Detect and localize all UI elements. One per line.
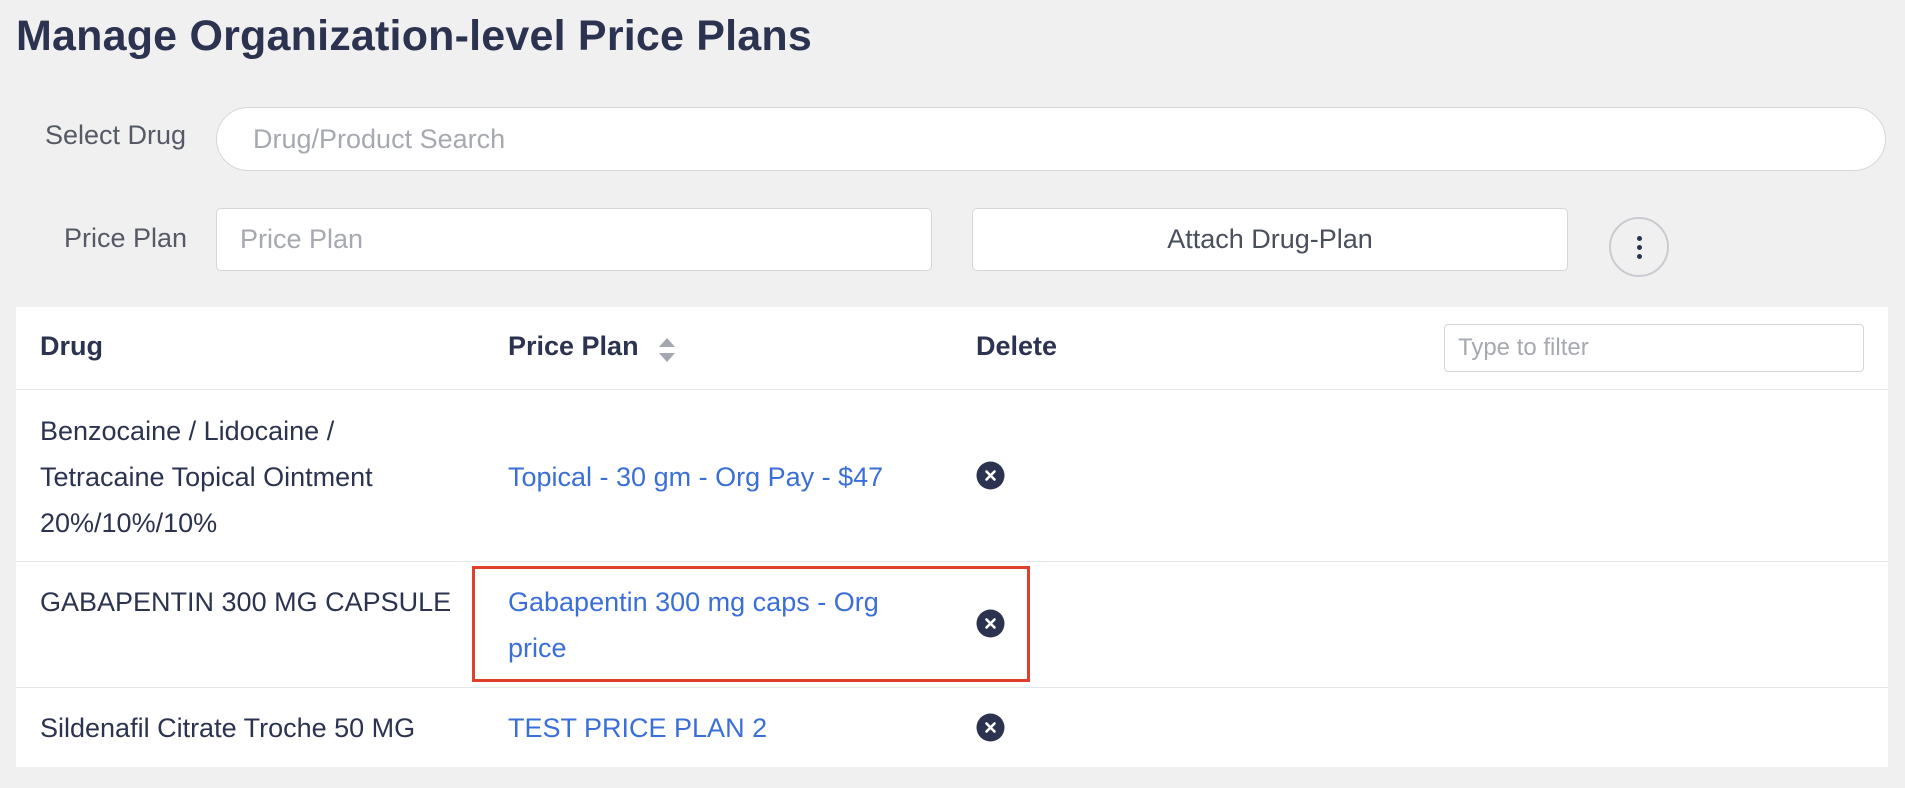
drug-search-input[interactable]: [216, 107, 1886, 171]
drug-cell: Sildenafil Citrate Troche 50 MG: [40, 713, 416, 743]
price-plan-link[interactable]: TEST PRICE PLAN 2: [508, 705, 928, 751]
select-drug-label: Select Drug: [45, 120, 187, 150]
close-circle-icon[interactable]: [976, 609, 1005, 638]
drug-cell: Benzocaine / Lidocaine / Tetracaine Topi…: [40, 416, 373, 538]
close-circle-icon[interactable]: [976, 713, 1005, 742]
page-title: Manage Organization-level Price Plans: [16, 12, 812, 60]
vertical-ellipsis-icon: [1636, 234, 1642, 261]
close-circle-icon[interactable]: [976, 461, 1005, 490]
table-filter-input[interactable]: [1444, 324, 1864, 372]
price-plan-link[interactable]: Gabapentin 300 mg caps - Org price: [508, 579, 928, 671]
attach-drug-plan-button[interactable]: Attach Drug-Plan: [972, 208, 1568, 271]
drug-cell: GABAPENTIN 300 MG CAPSULE: [40, 587, 452, 617]
table-row: GABAPENTIN 300 MG CAPSULE Gabapentin 300…: [16, 562, 1888, 688]
price-plan-link[interactable]: Topical - 30 gm - Org Pay - $47: [508, 454, 928, 500]
price-plan-label: Price Plan: [64, 223, 188, 253]
table-row: Sildenafil Citrate Troche 50 MG TEST PRI…: [16, 688, 1888, 767]
more-options-button[interactable]: [1609, 217, 1669, 277]
column-header-drug: Drug: [40, 331, 103, 361]
price-plan-input[interactable]: [216, 208, 932, 271]
sort-icon[interactable]: [656, 336, 678, 364]
table-header: Drug Price Plan Delete: [16, 307, 1888, 390]
table-row: Benzocaine / Lidocaine / Tetracaine Topi…: [16, 389, 1888, 562]
price-plan-table: Drug Price Plan Delete Benzocaine / Lido…: [16, 307, 1888, 767]
column-header-delete: Delete: [976, 331, 1058, 361]
column-header-price-plan[interactable]: Price Plan: [508, 331, 639, 362]
